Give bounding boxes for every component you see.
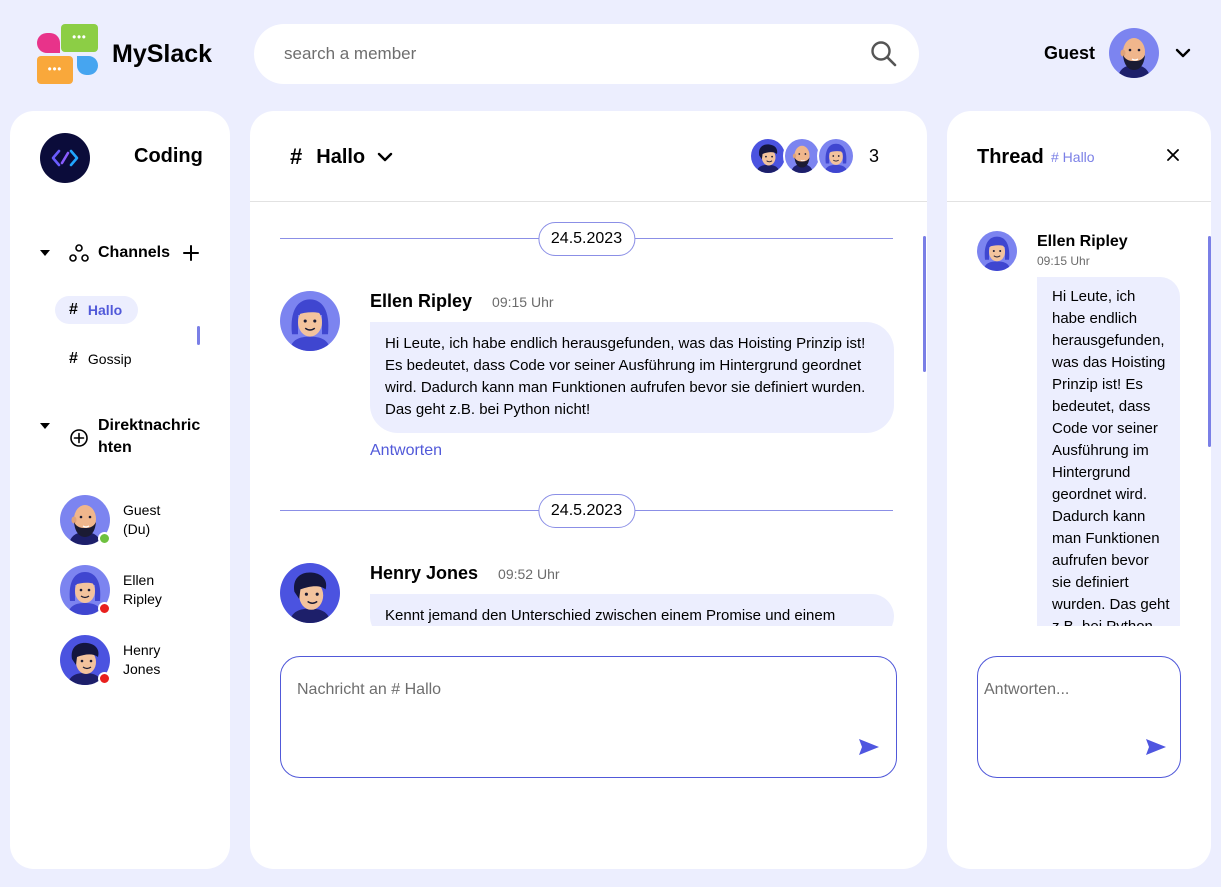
- hash-icon: #: [69, 350, 78, 367]
- date-separator: 24.5.2023: [280, 494, 893, 528]
- chevron-down-icon[interactable]: [375, 147, 395, 167]
- online-status-icon: [98, 532, 111, 545]
- reply-link[interactable]: Antworten: [370, 442, 442, 460]
- dm-section-header[interactable]: Direktnachrichten: [38, 415, 203, 459]
- logo-icon: ••• •••: [37, 24, 98, 84]
- date-label: 24.5.2023: [537, 222, 636, 256]
- add-circle-icon[interactable]: [68, 427, 90, 449]
- dm-label: Direktnachrichten: [98, 417, 201, 456]
- send-icon[interactable]: [858, 737, 880, 757]
- search-input[interactable]: [284, 44, 869, 64]
- channel-name: Gossip: [87, 351, 132, 367]
- channel-name: Hallo: [87, 302, 123, 318]
- message-input[interactable]: [297, 681, 880, 721]
- user-name: Guest: [1043, 42, 1095, 63]
- offline-status-icon: [98, 602, 111, 615]
- workspace-sidebar: Coding Channels # Hallo # Gossip Direktn…: [10, 111, 230, 869]
- message-author[interactable]: Henry Jones: [370, 563, 478, 584]
- sidebar-scrollbar[interactable]: [197, 326, 200, 345]
- message-composer[interactable]: [280, 656, 897, 778]
- hash-icon: #: [290, 144, 303, 169]
- sidebar-channel-hallo[interactable]: # Hallo: [55, 296, 139, 324]
- thread-reply-composer[interactable]: [977, 656, 1181, 778]
- message-author[interactable]: Ellen Ripley: [370, 291, 472, 312]
- dm-item-ellen-ripley[interactable]: Ellen Ripley: [60, 565, 183, 615]
- message-item[interactable]: Henry Jones 09:52 Uhr Kennt jemand den U…: [280, 563, 894, 626]
- search-icon[interactable]: [869, 39, 899, 69]
- message-time: 09:15 Uhr: [492, 294, 554, 310]
- message-scrollbar[interactable]: [923, 236, 926, 372]
- channel-title-dropdown[interactable]: # Hallo: [290, 144, 395, 170]
- message-bubble: Kennt jemand den Unterschied zwischen ei…: [370, 594, 894, 626]
- member-search-bar[interactable]: [254, 24, 919, 84]
- message-time: 09:15 Uhr: [1037, 254, 1090, 268]
- member-count: 3: [868, 145, 879, 166]
- chevron-down-icon[interactable]: [1173, 43, 1193, 63]
- message-time: 09:52 Uhr: [498, 566, 560, 582]
- caret-down-icon[interactable]: [38, 419, 52, 433]
- workspace-title: Coding: [134, 145, 203, 167]
- channels-section-header[interactable]: Channels: [38, 242, 200, 264]
- member-avatar: [748, 137, 787, 175]
- offline-status-icon: [98, 672, 111, 685]
- message-bubble: Hi Leute, ich habe endlich herausgefunde…: [370, 322, 894, 433]
- send-icon[interactable]: [1145, 737, 1167, 757]
- user-menu[interactable]: Guest: [1044, 28, 1193, 78]
- author-avatar[interactable]: [977, 231, 1017, 271]
- channel-panel: # Hallo 3 24.5.2023 Ellen Ripley 09:15 U…: [250, 111, 927, 869]
- app-name: MySlack: [112, 39, 213, 68]
- author-avatar[interactable]: [280, 563, 340, 623]
- reply-input[interactable]: [984, 681, 1164, 721]
- sidebar-channel-gossip[interactable]: # Gossip: [55, 345, 147, 373]
- message-author[interactable]: Ellen Ripley: [1037, 233, 1128, 251]
- thread-channel-ref: # Hallo: [1051, 149, 1095, 165]
- channels-label: Channels: [98, 244, 171, 261]
- thread-message-list[interactable]: Ellen Ripley 09:15 Uhr Hi Leute, ich hab…: [947, 202, 1211, 626]
- user-avatar[interactable]: [1109, 28, 1159, 78]
- thread-title: Thread: [977, 146, 1044, 168]
- channels-icon: [68, 242, 90, 264]
- workspace-icon[interactable]: [40, 133, 90, 183]
- dm-name: Henry Jones: [123, 642, 161, 677]
- close-icon[interactable]: [1165, 147, 1181, 163]
- dm-name: Guest (Du): [123, 502, 161, 537]
- thread-panel: Thread # Hallo Ellen Ripley 09:15 Uhr Hi…: [947, 111, 1211, 869]
- member-avatar: [782, 137, 821, 175]
- hash-icon: #: [69, 301, 78, 318]
- member-avatar: [816, 137, 855, 175]
- date-label: 24.5.2023: [537, 494, 636, 528]
- message-bubble: Hi Leute, ich habe endlich herausgefunde…: [1037, 277, 1180, 626]
- thread-scrollbar[interactable]: [1208, 236, 1211, 447]
- dm-item-guest[interactable]: Guest (Du): [60, 495, 183, 545]
- channel-members[interactable]: 3: [748, 137, 879, 175]
- plus-icon[interactable]: [182, 244, 200, 262]
- message-item[interactable]: Ellen Ripley 09:15 Uhr Hi Leute, ich hab…: [280, 291, 894, 471]
- author-avatar[interactable]: [280, 291, 340, 351]
- app-logo[interactable]: ••• ••• MySlack: [37, 24, 212, 84]
- dm-name: Ellen Ripley: [123, 572, 162, 607]
- caret-down-icon[interactable]: [38, 246, 52, 260]
- channel-title: Hallo: [316, 145, 366, 168]
- dm-item-henry-jones[interactable]: Henry Jones: [60, 635, 183, 685]
- message-list[interactable]: 24.5.2023 Ellen Ripley 09:15 Uhr Hi Leut…: [250, 202, 927, 626]
- date-separator: 24.5.2023: [280, 222, 893, 256]
